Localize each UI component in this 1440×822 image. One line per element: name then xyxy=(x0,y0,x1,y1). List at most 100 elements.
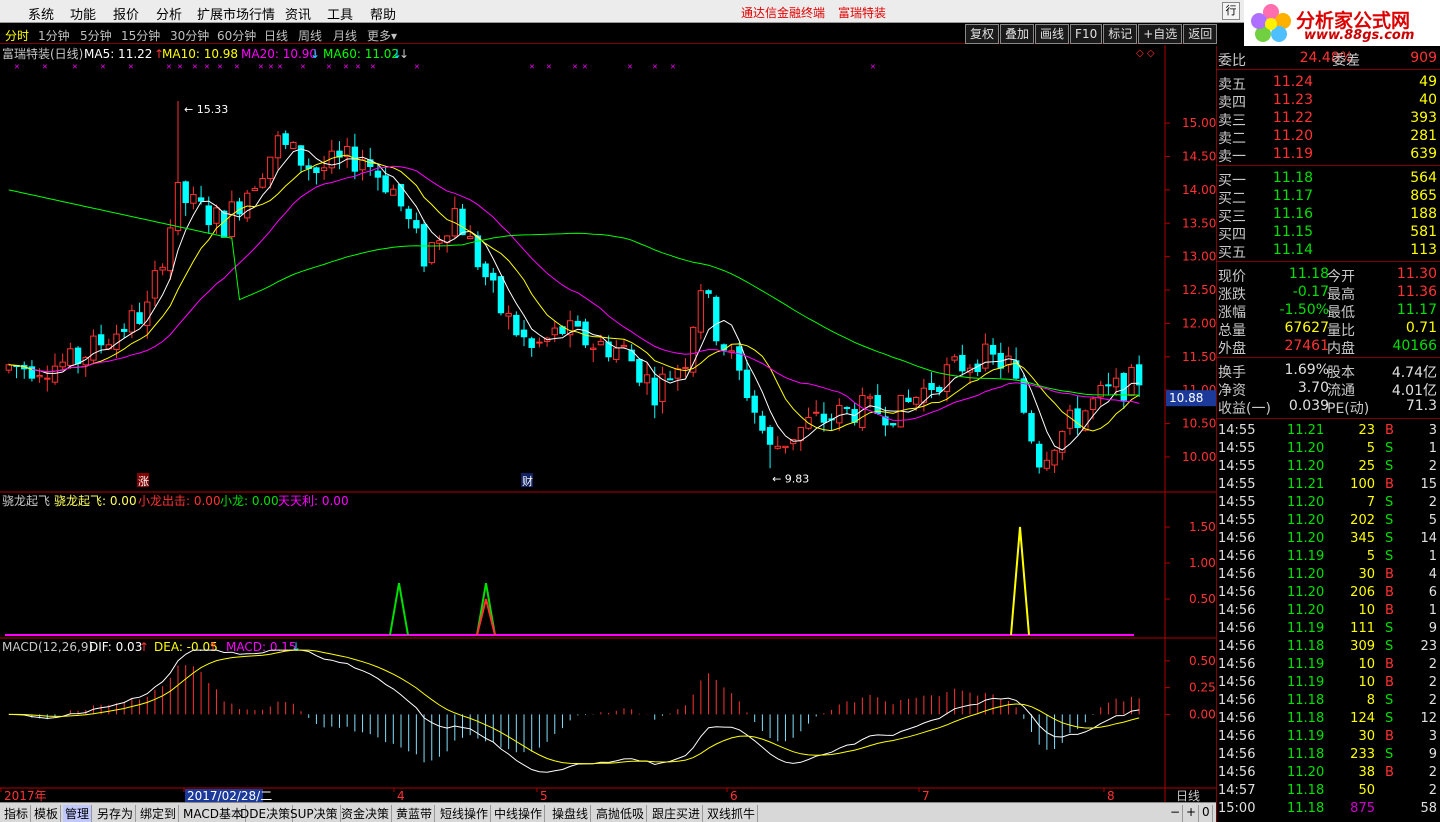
signal-mark: ✕ xyxy=(234,63,240,71)
indicator-tab-7[interactable]: SUP决策 xyxy=(288,805,341,822)
tick-price: 11.19 xyxy=(1287,729,1325,744)
period-tab-5[interactable]: 60分钟 xyxy=(217,27,256,44)
menu-item-analysis[interactable]: 分析 xyxy=(156,4,182,23)
period-tab-6[interactable]: 日线 xyxy=(264,27,288,44)
menu-item-news[interactable]: 资讯 xyxy=(285,4,311,23)
tick-volume: 5 xyxy=(1366,441,1375,456)
signal-mark: ✕ xyxy=(355,63,361,71)
tick-time: 14:56 xyxy=(1218,639,1256,654)
bid-row-2: 买三 11.16 188 xyxy=(1217,206,1440,225)
ask-vol: 393 xyxy=(1410,110,1437,126)
indicator-tab-0[interactable]: 指标 xyxy=(2,805,32,822)
indicator-tab-4[interactable]: 绑定到 xyxy=(138,805,180,822)
indicator-tab-9[interactable]: 黄蓝带 xyxy=(394,805,436,822)
candle-body xyxy=(905,397,912,403)
tick-side: S xyxy=(1385,747,1394,762)
stat-value: 67627 xyxy=(1284,320,1329,336)
candle-body xyxy=(290,141,297,149)
menu-item-system[interactable]: 系统 xyxy=(28,4,54,23)
period-tab-4[interactable]: 30分钟 xyxy=(170,27,209,44)
stat-value: 27461 xyxy=(1284,338,1329,354)
ask-row-2: 卖三 11.22 393 xyxy=(1217,110,1440,129)
ask-price: 11.20 xyxy=(1272,128,1313,144)
separator xyxy=(1217,357,1440,358)
candle-body xyxy=(420,224,428,267)
candle-body xyxy=(620,344,628,348)
tick-price: 11.20 xyxy=(1287,567,1325,582)
stat-row-0: 现价 11.18 今开 11.30 xyxy=(1217,266,1440,285)
scroll-plus-button[interactable]: + xyxy=(1184,805,1200,822)
candle-body xyxy=(766,427,774,445)
tick-count: 15 xyxy=(1420,477,1437,492)
period-tab-3[interactable]: 15分钟 xyxy=(121,27,160,44)
diamond-marks: ◇ ◇ xyxy=(1136,48,1155,59)
period-tab-8[interactable]: 月线 xyxy=(333,27,357,44)
tick-price: 11.18 xyxy=(1287,783,1325,798)
tool-button-0[interactable]: 复权 xyxy=(965,24,1000,44)
bid-vol: 188 xyxy=(1410,206,1437,222)
tick-side: B xyxy=(1385,423,1394,438)
menu-item-function[interactable]: 功能 xyxy=(70,4,96,23)
indicator-tab-6[interactable]: DDE决策 xyxy=(238,805,294,822)
tick-row: 14:56 11.19 111 S 9 xyxy=(1217,621,1440,639)
stat-label-2: 今开 xyxy=(1327,269,1355,285)
indicator-tab-8[interactable]: 资金决策 xyxy=(339,805,393,822)
indicator-tab-1[interactable]: 模板 xyxy=(32,805,62,822)
flower-logo-icon xyxy=(1251,4,1291,42)
candle-body xyxy=(651,377,658,406)
menu-item-quote[interactable]: 报价 xyxy=(113,4,139,23)
scroll-zero-button[interactable]: 0 xyxy=(1200,805,1213,822)
tool-button-6[interactable]: 返回 xyxy=(1183,24,1218,44)
ask-label: 卖三 xyxy=(1218,113,1246,129)
event-up[interactable]: 涨 xyxy=(138,475,149,488)
tick-volume: 23 xyxy=(1358,423,1375,438)
period-tab-9[interactable]: 更多▾ xyxy=(367,27,397,44)
menu-item-help[interactable]: 帮助 xyxy=(370,4,396,23)
tick-count: 3 xyxy=(1428,423,1437,438)
more-arrow[interactable]: ↓ xyxy=(399,47,409,61)
tick-side: S xyxy=(1385,495,1394,510)
window-row-button[interactable]: 行 xyxy=(1222,2,1240,20)
indicator-tab-14[interactable]: 跟庄买进 xyxy=(650,805,704,822)
candle-body xyxy=(636,358,643,383)
candle-body xyxy=(682,366,689,369)
candle-body xyxy=(482,263,489,278)
signal-mark: ✕ xyxy=(14,63,20,71)
event-info[interactable]: 财 xyxy=(522,474,533,488)
candle-body xyxy=(497,276,505,314)
stat-label: 换手 xyxy=(1218,365,1246,381)
tool-button-3[interactable]: F10 xyxy=(1070,24,1103,44)
period-tab-1[interactable]: 1分钟 xyxy=(38,27,70,44)
candle-body xyxy=(551,327,558,336)
macd-arrow: ↑ xyxy=(208,640,218,654)
indicator-tab-11[interactable]: 中线操作 xyxy=(492,805,546,822)
tool-button-5[interactable]: +自选 xyxy=(1138,24,1183,44)
signal-mark: ✕ xyxy=(652,63,658,71)
stat2-row-1: 净资 3.70 流通 4.01亿 xyxy=(1217,380,1440,399)
period-tab-0[interactable]: 分时 xyxy=(5,27,29,44)
macd-header-3: MACD: 0.15 xyxy=(226,640,297,654)
macd-header-1: DIF: 0.03 xyxy=(89,640,142,654)
menu-item-tools[interactable]: 工具 xyxy=(327,4,353,23)
scroll-minus-button[interactable]: − xyxy=(1168,805,1184,822)
candle-body xyxy=(51,365,59,383)
tool-button-1[interactable]: 叠加 xyxy=(1000,24,1035,44)
indicator-tab-5[interactable]: MACD基本 xyxy=(181,805,246,822)
indicator-tab-10[interactable]: 短线操作 xyxy=(438,805,492,822)
chart-area[interactable]: 15.00 14.50 14.00 13.50 13.00 12.50 12.00 11.50… xyxy=(0,45,1216,802)
tick-volume: 38 xyxy=(1358,765,1375,780)
period-tab-7[interactable]: 周线 xyxy=(298,27,322,44)
tick-time: 14:56 xyxy=(1218,531,1256,546)
indicator-tab-13[interactable]: 高抛低吸 xyxy=(594,805,648,822)
tool-button-2[interactable]: 画线 xyxy=(1035,24,1070,44)
indicator-tab-2[interactable]: 管理 xyxy=(63,805,93,822)
menu-item-ext-market[interactable]: 扩展市场行情 xyxy=(197,4,275,23)
indicator-tab-15[interactable]: 双线抓牛 xyxy=(705,805,759,822)
indicator-tab-3[interactable]: 另存为 xyxy=(95,805,137,822)
period-tab-2[interactable]: 5分钟 xyxy=(80,27,112,44)
candle-body xyxy=(228,201,236,238)
tool-button-4[interactable]: 标记 xyxy=(1103,24,1138,44)
indicator-tab-12[interactable]: 操盘线 xyxy=(550,805,592,822)
tick-row: 14:56 11.20 38 B 2 xyxy=(1217,765,1440,783)
tick-price: 11.20 xyxy=(1287,441,1325,456)
